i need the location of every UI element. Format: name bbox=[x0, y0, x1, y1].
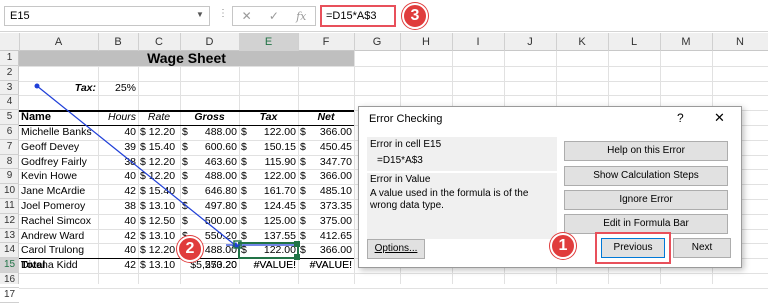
help-icon[interactable]: ? bbox=[677, 111, 684, 125]
error-description: A value used in the formula is of the wr… bbox=[370, 188, 529, 211]
error-cell-label: Error in cell E15 bbox=[370, 139, 442, 150]
edit-in-formula-bar-button[interactable]: Edit in Formula Bar bbox=[564, 214, 728, 234]
options-button[interactable]: Options... bbox=[367, 239, 425, 259]
close-icon[interactable]: ✕ bbox=[714, 110, 725, 126]
help-on-error-button[interactable]: Help on this Error bbox=[564, 141, 728, 161]
row-gridline bbox=[19, 287, 768, 289]
previous-button[interactable]: Previous bbox=[601, 238, 665, 258]
step-badge-1: 1 bbox=[550, 233, 576, 259]
error-cell-formula: =D15*A$3 bbox=[377, 155, 423, 166]
error-type-label: Error in Value bbox=[370, 174, 431, 185]
step-badge-2: 2 bbox=[177, 236, 203, 262]
row-header-17[interactable]: 17 bbox=[0, 288, 19, 303]
dialog-title: Error Checking bbox=[369, 113, 443, 125]
show-calculation-steps-button[interactable]: Show Calculation Steps bbox=[564, 166, 728, 186]
error-description-group: Error in Value A value used in the formu… bbox=[367, 173, 557, 239]
ignore-error-button[interactable]: Ignore Error bbox=[564, 190, 728, 210]
error-cell-group: Error in cell E15 =D15*A$3 bbox=[367, 137, 557, 171]
next-button[interactable]: Next bbox=[673, 238, 731, 258]
